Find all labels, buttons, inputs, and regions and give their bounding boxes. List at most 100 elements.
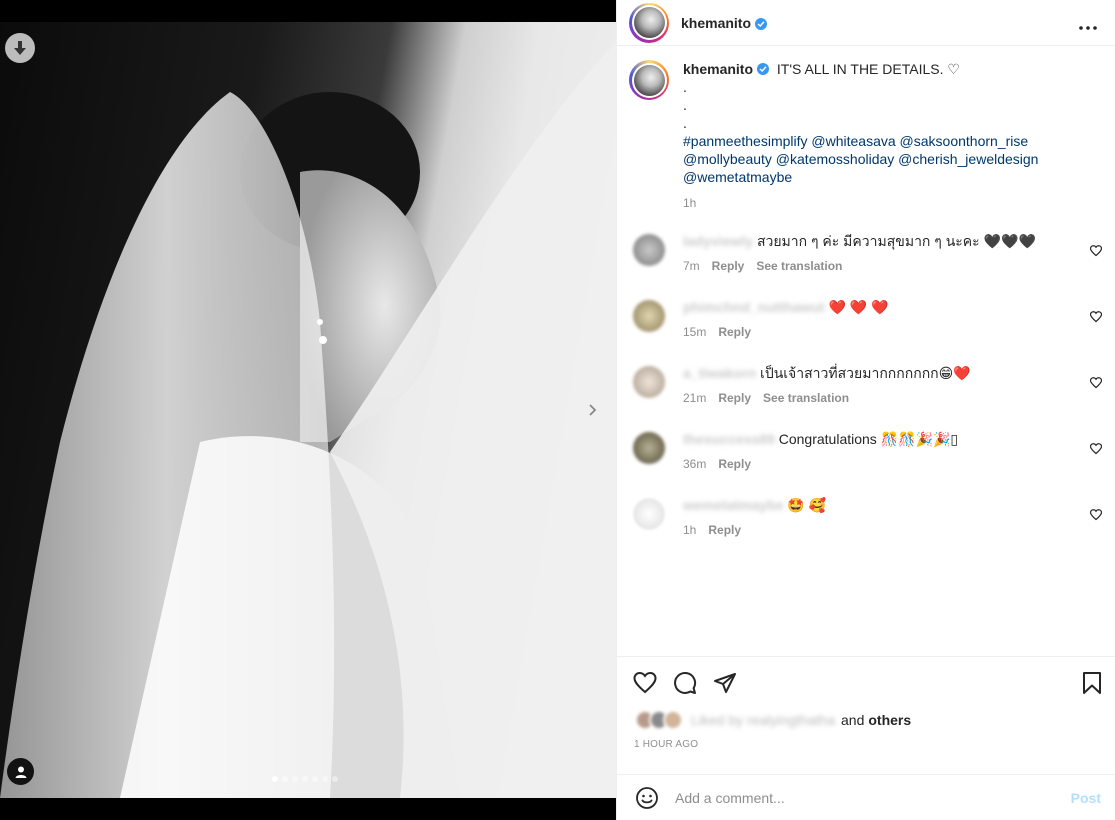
likes-summary: Liked by realyingthatha and others: [617, 709, 1115, 731]
caption-username[interactable]: khemanito: [683, 61, 753, 77]
caption-tag-line[interactable]: @wemetatmaybe: [683, 168, 1083, 186]
reply-button[interactable]: Reply: [718, 391, 751, 405]
comment-item: ladyviewly สวยมาก ๆ ค่ะ มีความสุขมาก ๆ น…: [617, 232, 1115, 298]
comment-item: thesuccess89 Congratulations 🎊🎊🎉🎉▯ 36m Re…: [617, 430, 1115, 496]
likes-and: and: [841, 712, 865, 728]
carousel-dot: [272, 776, 278, 782]
avatar-image: [633, 7, 665, 38]
chevron-right-icon: [589, 404, 597, 416]
comment-username[interactable]: ladyviewly: [683, 233, 753, 249]
media-pane: [0, 0, 616, 820]
comment-icon: [674, 672, 697, 694]
comment-age: 21m: [683, 391, 707, 405]
post-actions: Liked by realyingthatha and others 1 HOU…: [617, 656, 1115, 772]
comment-like-button[interactable]: [1089, 508, 1103, 526]
comment-text: ❤️ ❤️ ❤️: [828, 299, 889, 315]
comment-age: 7m: [683, 259, 700, 273]
carousel-dot: [292, 776, 298, 782]
save-button[interactable]: [1082, 671, 1102, 700]
avatar[interactable]: [633, 300, 665, 332]
comment-composer: Post: [617, 774, 1115, 820]
carousel-dot: [302, 776, 308, 782]
see-translation-button[interactable]: See translation: [756, 259, 842, 273]
comment-username[interactable]: phimchnd_nutthawut: [683, 299, 825, 315]
comment-text: Congratulations 🎊🎊🎉🎉▯: [778, 431, 959, 447]
download-icon: [14, 41, 26, 55]
comment-like-button[interactable]: [1089, 376, 1103, 394]
comment-like-button[interactable]: [1089, 442, 1103, 460]
bride-photo-illustration: [0, 42, 616, 798]
comment-item: wemetatmaybe 🤩 🥰 1h Reply: [617, 496, 1115, 562]
liker-avatars[interactable]: [635, 710, 683, 730]
caption-body: khemanito IT'S ALL IN THE DETAILS. ♡ . .…: [683, 60, 1083, 212]
post-side-panel: khemanito khemanito IT'S ALL IN THE DETA…: [616, 0, 1115, 820]
verified-badge-icon: [755, 17, 768, 30]
carousel-dot: [322, 776, 328, 782]
user-tag-icon: [15, 766, 26, 778]
carousel-indicator: [272, 776, 338, 782]
heart-icon: [633, 671, 657, 694]
comment-item: phimchnd_nutthawut ❤️ ❤️ ❤️ 15m Reply: [617, 298, 1115, 364]
share-button[interactable]: [713, 671, 737, 695]
emoji-icon: [636, 786, 658, 809]
avatar[interactable]: [633, 432, 665, 464]
caption-text: IT'S ALL IN THE DETAILS. ♡: [776, 61, 960, 77]
comment-like-button[interactable]: [1089, 310, 1103, 328]
caption-dot: .: [683, 115, 687, 131]
heart-icon: [1089, 311, 1103, 323]
more-horizontal-icon: [1079, 26, 1097, 30]
post-photo[interactable]: [0, 22, 616, 798]
avatar[interactable]: [633, 366, 665, 398]
post-caption: khemanito IT'S ALL IN THE DETAILS. ♡ . .…: [617, 60, 1115, 212]
carousel-dot: [312, 776, 318, 782]
send-icon: [714, 673, 736, 693]
comment-username[interactable]: wemetatmaybe: [683, 497, 783, 513]
caption-dot: .: [683, 79, 687, 95]
post-timestamp: 1 HOUR AGO: [634, 739, 699, 750]
reply-button[interactable]: Reply: [708, 523, 741, 537]
reply-button[interactable]: Reply: [712, 259, 745, 273]
comment-username[interactable]: thesuccess89: [683, 431, 775, 447]
likes-others-link[interactable]: others: [868, 712, 911, 728]
heart-icon: [1089, 509, 1103, 521]
comments-list: khemanito IT'S ALL IN THE DETAILS. ♡ . .…: [617, 60, 1115, 655]
caption-tags[interactable]: #panmeethesimplify @whiteasava @saksoont…: [683, 132, 1083, 186]
next-slide-button[interactable]: [580, 398, 604, 422]
comment-age: 15m: [683, 325, 707, 339]
comment-username[interactable]: a_tiwakorn: [683, 365, 756, 381]
comment-item: a_tiwakorn เป็นเจ้าสาวที่สวยมากกกกกกก😁❤️…: [617, 364, 1115, 430]
caption-tag-line[interactable]: #panmeethesimplify @whiteasava @saksoont…: [683, 132, 1083, 150]
comment-text: 🤩 🥰: [787, 497, 827, 513]
header-username[interactable]: khemanito: [681, 15, 751, 31]
avatar: [663, 710, 683, 730]
comment-age: 36m: [683, 457, 707, 471]
post-comment-button[interactable]: Post: [1071, 790, 1101, 806]
download-button[interactable]: [5, 33, 35, 63]
bookmark-icon: [1083, 672, 1101, 694]
emoji-button[interactable]: [635, 786, 659, 810]
caption-avatar[interactable]: [629, 60, 669, 100]
comment-like-button[interactable]: [1089, 244, 1103, 262]
avatar[interactable]: [633, 498, 665, 530]
comment-button[interactable]: [673, 671, 697, 695]
post-header: khemanito: [617, 0, 1115, 46]
liked-by-text[interactable]: Liked by realyingthatha: [691, 712, 835, 728]
heart-icon: [1089, 377, 1103, 389]
avatar[interactable]: [633, 234, 665, 266]
tagged-users-button[interactable]: [7, 758, 34, 785]
avatar[interactable]: [629, 2, 669, 43]
comment-input[interactable]: [675, 789, 1035, 806]
like-button[interactable]: [633, 671, 657, 695]
more-options-button[interactable]: [1079, 14, 1097, 35]
reply-button[interactable]: Reply: [718, 325, 751, 339]
see-translation-button[interactable]: See translation: [763, 391, 849, 405]
caption-dot: .: [683, 97, 687, 113]
heart-icon: [1089, 245, 1103, 257]
caption-tag-line[interactable]: @mollybeauty @katemossholiday @cherish_j…: [683, 150, 1083, 168]
caption-age: 1h: [683, 196, 697, 210]
comment-text: เป็นเจ้าสาวที่สวยมากกกกกกก😁❤️: [760, 365, 971, 381]
carousel-dot: [282, 776, 288, 782]
heart-icon: [1089, 443, 1103, 455]
caption-avatar-image: [633, 64, 665, 96]
reply-button[interactable]: Reply: [718, 457, 751, 471]
